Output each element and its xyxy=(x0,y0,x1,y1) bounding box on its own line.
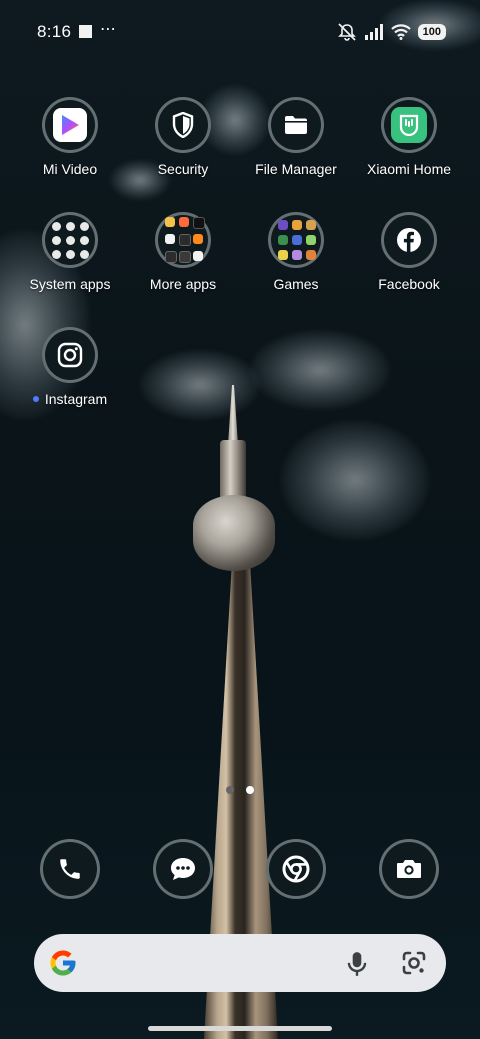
folder-games[interactable]: Games xyxy=(240,212,352,292)
mini-app-icon xyxy=(164,234,175,244)
app-icon-frame xyxy=(268,97,324,153)
app-icon-frame xyxy=(381,97,437,153)
app-label: System apps xyxy=(29,276,111,292)
xiaomi-home-icon xyxy=(391,107,427,143)
app-icon-frame xyxy=(381,212,437,268)
mini-app-icon xyxy=(305,235,316,245)
camera-icon xyxy=(397,860,421,878)
signal-icon xyxy=(364,24,383,40)
mini-app-icon xyxy=(305,250,316,260)
app-file-manager[interactable]: File Manager xyxy=(240,97,352,177)
mini-app-icon xyxy=(277,250,288,260)
mini-app-icon xyxy=(79,235,89,245)
shield-icon xyxy=(172,112,194,138)
home-gesture-bar[interactable] xyxy=(148,1026,332,1031)
folder-more-apps[interactable]: More apps xyxy=(127,212,239,292)
folder-icon xyxy=(285,116,307,134)
app-icon-frame xyxy=(155,97,211,153)
app-icon-frame xyxy=(42,97,98,153)
microphone-icon[interactable] xyxy=(344,950,370,978)
mini-app-icon xyxy=(178,251,191,263)
mini-app-icon xyxy=(79,249,89,259)
app-instagram[interactable]: Instagram xyxy=(14,327,126,407)
mini-app-icon xyxy=(291,220,302,230)
dock-chrome[interactable] xyxy=(266,839,326,899)
page-dot-current[interactable] xyxy=(246,786,254,794)
app-label: Games xyxy=(273,276,319,292)
mini-app-icon xyxy=(51,235,61,245)
app-label: Instagram xyxy=(44,391,108,407)
status-time: 8:16 xyxy=(37,22,72,41)
mini-app-icon xyxy=(192,234,203,244)
folder-system-apps-icon xyxy=(42,212,98,268)
mi-video-play-icon xyxy=(53,108,87,142)
page-indicator[interactable] xyxy=(226,786,254,794)
chrome-icon xyxy=(282,855,310,883)
mini-app-icon xyxy=(277,235,288,245)
mini-app-icon xyxy=(65,235,75,245)
app-label: Xiaomi Home xyxy=(366,161,452,177)
app-xiaomi-home[interactable]: Xiaomi Home xyxy=(353,97,465,177)
app-facebook[interactable]: Facebook xyxy=(353,212,465,292)
cloud xyxy=(280,420,430,540)
mini-app-icon xyxy=(164,217,175,227)
mini-app-icon xyxy=(291,235,302,245)
folder-more-apps-icon xyxy=(155,212,211,268)
dock-camera[interactable] xyxy=(379,839,439,899)
battery-icon: 100 xyxy=(417,24,446,40)
tower-upper-pod xyxy=(220,440,246,500)
phone-icon xyxy=(60,859,80,879)
mini-app-icon xyxy=(178,217,189,227)
new-install-dot xyxy=(32,396,39,403)
cloud xyxy=(250,330,390,410)
tower-main-pod xyxy=(193,495,275,571)
dock-messages[interactable] xyxy=(153,839,213,899)
mini-app-icon xyxy=(79,221,89,231)
mini-app-icon xyxy=(51,249,61,259)
google-search-bar[interactable] xyxy=(34,934,446,992)
app-label-row: Instagram xyxy=(14,391,126,407)
facebook-icon xyxy=(397,228,421,252)
dock-phone[interactable] xyxy=(40,839,100,899)
instagram-icon xyxy=(57,342,83,368)
page-dot[interactable] xyxy=(226,786,234,794)
messages-icon xyxy=(171,858,195,880)
app-icon-frame xyxy=(40,839,100,899)
folder-system-apps[interactable]: System apps xyxy=(14,212,126,292)
mini-app-icon xyxy=(51,221,61,231)
mini-app-icon xyxy=(305,220,316,230)
app-icon-frame xyxy=(266,839,326,899)
mini-app-icon xyxy=(65,249,75,259)
google-lens-icon[interactable] xyxy=(400,949,428,977)
notification-square-icon xyxy=(79,25,92,38)
app-label: Mi Video xyxy=(42,161,98,177)
mini-app-icon xyxy=(178,234,191,246)
mini-app-icon xyxy=(291,250,302,260)
app-label: Security xyxy=(157,161,209,177)
app-security[interactable]: Security xyxy=(127,97,239,177)
mute-bell-icon xyxy=(337,23,356,41)
app-label: More apps xyxy=(149,276,217,292)
mini-app-icon xyxy=(164,251,177,263)
cloud xyxy=(140,350,260,420)
app-icon-frame xyxy=(153,839,213,899)
app-label: Facebook xyxy=(378,276,440,292)
folder-games-icon xyxy=(268,212,324,268)
mini-app-icon xyxy=(192,217,205,229)
google-g-icon xyxy=(50,950,76,976)
app-icon-frame xyxy=(379,839,439,899)
app-label: File Manager xyxy=(255,161,337,177)
mini-app-icon xyxy=(65,221,75,231)
overflow-dots-icon: ⋯ xyxy=(100,21,117,38)
wifi-icon xyxy=(390,24,411,40)
mini-app-icon xyxy=(192,251,203,261)
app-mi-video[interactable]: Mi Video xyxy=(14,97,126,177)
mini-app-icon xyxy=(277,220,288,230)
status-bar: 8:16 ⋯ 100 xyxy=(0,0,480,64)
app-icon-frame xyxy=(42,327,98,383)
